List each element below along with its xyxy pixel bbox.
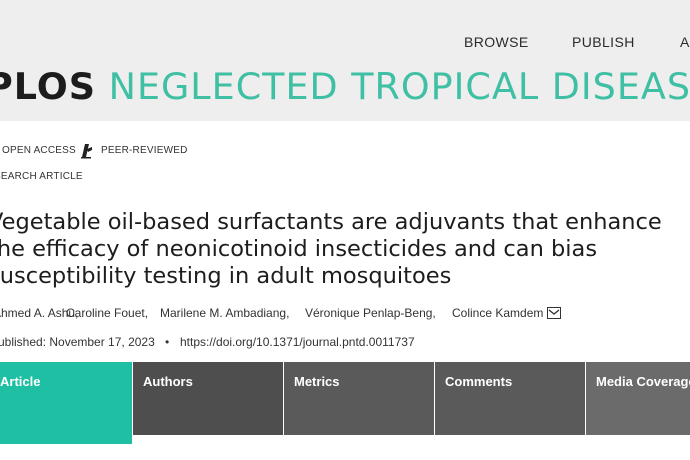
- tab-metrics[interactable]: Metrics: [284, 362, 434, 435]
- journal-name: NEGLECTED TROPICAL DISEASES: [108, 65, 690, 108]
- article-title: Vegetable oil-based surfactants are adju…: [0, 209, 690, 290]
- nav-publish-link[interactable]: PUBLISH: [572, 34, 635, 50]
- peer-reviewed-badge: PEER-REVIEWED: [101, 145, 188, 156]
- author-link[interactable]: Caroline Fouet,: [66, 306, 148, 320]
- article-type-label: SEARCH ARTICLE: [0, 171, 83, 182]
- article-title-line: Vegetable oil-based surfactants are adju…: [0, 209, 662, 235]
- article-title-line: the efficacy of neonicotinoid insecticid…: [0, 236, 598, 262]
- author-link[interactable]: Véronique Penlap-Beng,: [305, 306, 436, 320]
- nav-about-link[interactable]: A: [680, 34, 690, 50]
- tab-media-coverage[interactable]: Media Coverage: [586, 362, 690, 435]
- nav-browse-link[interactable]: BROWSE: [464, 34, 529, 50]
- peer-reviewed-icon: [81, 144, 92, 159]
- journal-logo[interactable]: PLOS NEGLECTED TROPICAL DISEASES: [0, 62, 690, 112]
- separator-bullet: •: [165, 335, 170, 349]
- open-access-badge: OPEN ACCESS: [2, 145, 76, 156]
- email-icon[interactable]: [547, 307, 561, 319]
- plos-wordmark: PLOS: [0, 65, 97, 108]
- publication-info: Published: November 17, 2023 • https://d…: [0, 335, 415, 349]
- author-link[interactable]: Colince Kamdem: [452, 306, 543, 320]
- top-nav: BROWSE PUBLISH A: [0, 34, 690, 52]
- article-title-line: susceptibility testing in adult mosquito…: [0, 263, 452, 289]
- author-link[interactable]: Marilene M. Ambadiang,: [160, 306, 289, 320]
- site-header: BROWSE PUBLISH A PLOS NEGLECTED TROPICAL…: [0, 0, 690, 121]
- tab-article[interactable]: Article: [0, 362, 132, 444]
- tab-authors[interactable]: Authors: [133, 362, 283, 435]
- doi-link[interactable]: https://doi.org/10.1371/journal.pntd.001…: [180, 335, 415, 349]
- published-date: Published: November 17, 2023: [0, 335, 155, 349]
- tab-comments[interactable]: Comments: [435, 362, 585, 435]
